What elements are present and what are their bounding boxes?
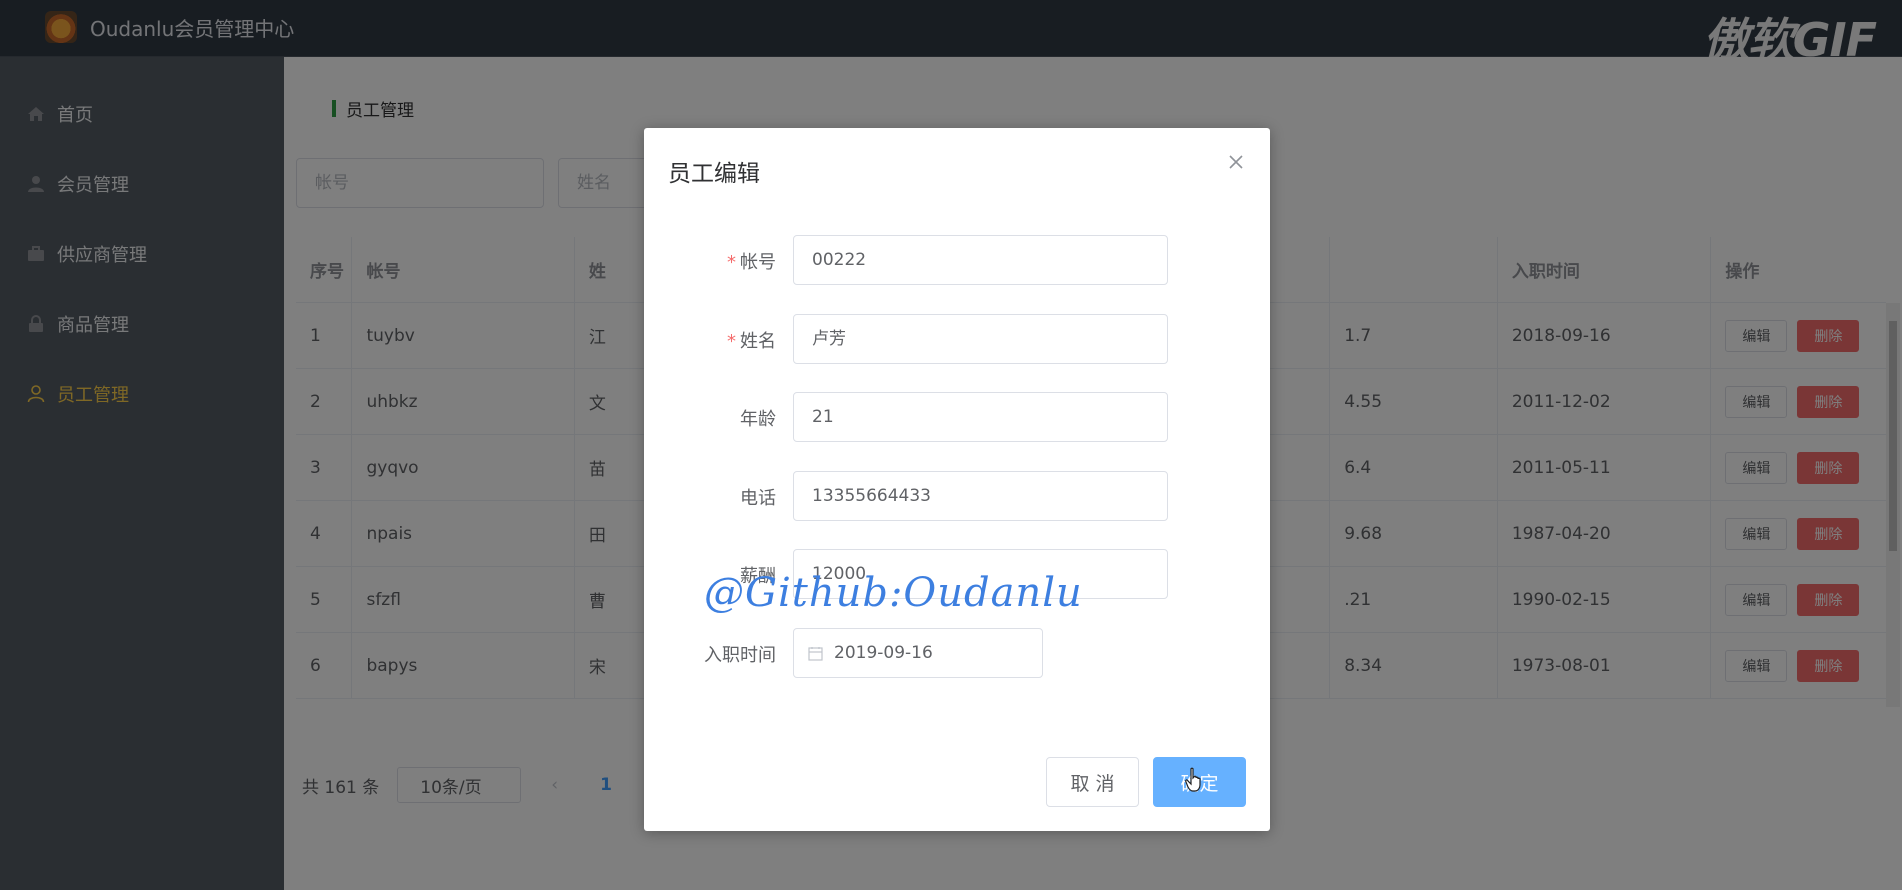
account-label: * 帐号: [727, 252, 776, 273]
name-form-row: * 姓名 卢芳: [644, 314, 1270, 364]
dialog-title: 员工编辑: [668, 161, 760, 187]
mouse-cursor-icon: [1185, 767, 1201, 792]
github-watermark: @Github:Oudanlu: [704, 570, 1083, 616]
account-form-row: * 帐号 00222: [644, 235, 1270, 285]
name-label: * 姓名: [727, 331, 776, 352]
age-label: 年龄: [740, 409, 776, 430]
hire-date-value: 2019-09-16: [834, 643, 933, 663]
hire-date-picker[interactable]: 2019-09-16: [793, 628, 1043, 678]
account-field[interactable]: 00222: [793, 235, 1168, 285]
cancel-button[interactable]: 取 消: [1046, 757, 1139, 807]
close-icon[interactable]: [1226, 152, 1246, 172]
phone-label: 电话: [740, 488, 776, 509]
name-field[interactable]: 卢芳: [793, 314, 1168, 364]
phone-form-row: 电话 13355664433: [644, 471, 1270, 521]
staff-edit-dialog: 员工编辑 * 帐号 00222 * 姓名 卢芳 年龄 21 电话 133556644…: [644, 128, 1270, 831]
age-field[interactable]: 21: [793, 392, 1168, 442]
calendar-icon: [808, 647, 823, 661]
hire-date-label: 入职时间: [704, 645, 776, 666]
dialog-footer: 取 消 确定: [1046, 757, 1246, 807]
age-form-row: 年龄 21: [644, 392, 1270, 442]
hire-date-form-row: 入职时间 2019-09-16: [644, 628, 1270, 678]
phone-field[interactable]: 13355664433: [793, 471, 1168, 521]
